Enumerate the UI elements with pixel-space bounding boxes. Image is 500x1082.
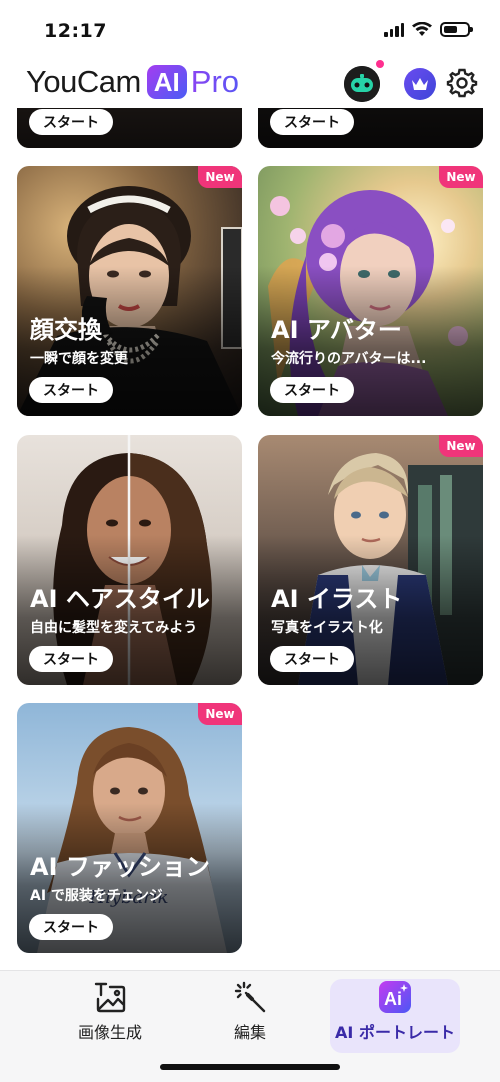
start-button[interactable]: スタート: [270, 646, 354, 672]
notification-dot: [376, 60, 384, 68]
tab-label: 編集: [233, 1023, 266, 1042]
new-badge: New: [198, 703, 242, 725]
start-button[interactable]: スタート: [29, 914, 113, 940]
gear-icon[interactable]: [446, 67, 478, 99]
start-button[interactable]: スタート: [270, 109, 354, 135]
card-subtitle: AI で服装をチェンジ: [30, 888, 163, 904]
new-badge: New: [439, 435, 483, 457]
robot-icon[interactable]: [344, 60, 384, 102]
start-button[interactable]: スタート: [270, 377, 354, 403]
ai-portrait-icon: Ai: [379, 981, 411, 1013]
feature-card-ai-avatar[interactable]: New AI アバター 今流行りのアバターは... スタート: [258, 166, 483, 416]
card-title: AI アバター: [271, 316, 402, 344]
logo-pro-text: Pro: [190, 64, 240, 99]
new-badge: New: [198, 166, 242, 188]
magic-wand-icon: [234, 981, 266, 1013]
tab-ai-portrait[interactable]: Ai AI ポートレート: [330, 979, 460, 1053]
start-button[interactable]: スタート: [29, 109, 113, 135]
feature-card-ai-hairstyle[interactable]: AI ヘアスタイル 自由に髪型を変えてみよう スタート: [17, 435, 242, 685]
status-bar: 12:17: [0, 0, 500, 58]
start-button[interactable]: スタート: [29, 377, 113, 403]
app-logo: YouCam AI Pro: [26, 64, 239, 100]
app-header: YouCam AI Pro: [0, 58, 500, 108]
battery-icon: [440, 22, 473, 37]
start-button[interactable]: スタート: [29, 646, 113, 672]
new-badge: New: [439, 166, 483, 188]
card-title: AI イラスト: [271, 585, 403, 613]
feature-card-ai-illustration[interactable]: New AI イラスト 写真をイラスト化 スタート: [258, 435, 483, 685]
card-subtitle: 自由に髪型を変えてみよう: [30, 620, 198, 636]
feature-card-ai-fashion[interactable]: Hiybarik New AI ファッション AI で服装をチェンジ スタート: [17, 703, 242, 953]
card-subtitle: 今流行りのアバターは...: [271, 351, 427, 367]
status-time: 12:17: [44, 20, 107, 42]
card-title: 顔交換: [30, 316, 102, 344]
card-subtitle: 一瞬で顔を変更: [30, 351, 128, 367]
logo-ai-badge: AI: [146, 65, 187, 99]
feature-card-face-swap[interactable]: New 顔交換 一瞬で顔を変更 スタート: [17, 166, 242, 416]
tab-edit[interactable]: 編集: [185, 979, 315, 1053]
card-title: AI ファッション: [30, 853, 210, 881]
tab-label: AI ポートレート: [335, 1023, 455, 1042]
tab-image-generate[interactable]: 画像生成: [45, 979, 175, 1053]
card-title: AI ヘアスタイル: [30, 585, 210, 613]
tab-label: 画像生成: [77, 1023, 142, 1042]
feature-grid: スタート スタート New 顔交換 一瞬で顔を変更 スタート New AI アバ…: [0, 0, 500, 970]
home-indicator: [160, 1064, 340, 1070]
status-icons: [384, 22, 473, 37]
card-subtitle: 写真をイラスト化: [271, 620, 383, 636]
logo-text: YouCam: [26, 64, 141, 99]
image-generate-icon: [94, 982, 126, 1013]
crown-icon[interactable]: [404, 68, 436, 100]
wifi-icon: [412, 22, 432, 36]
svg-text:Ai: Ai: [384, 989, 402, 1009]
cellular-signal-icon: [384, 22, 404, 37]
